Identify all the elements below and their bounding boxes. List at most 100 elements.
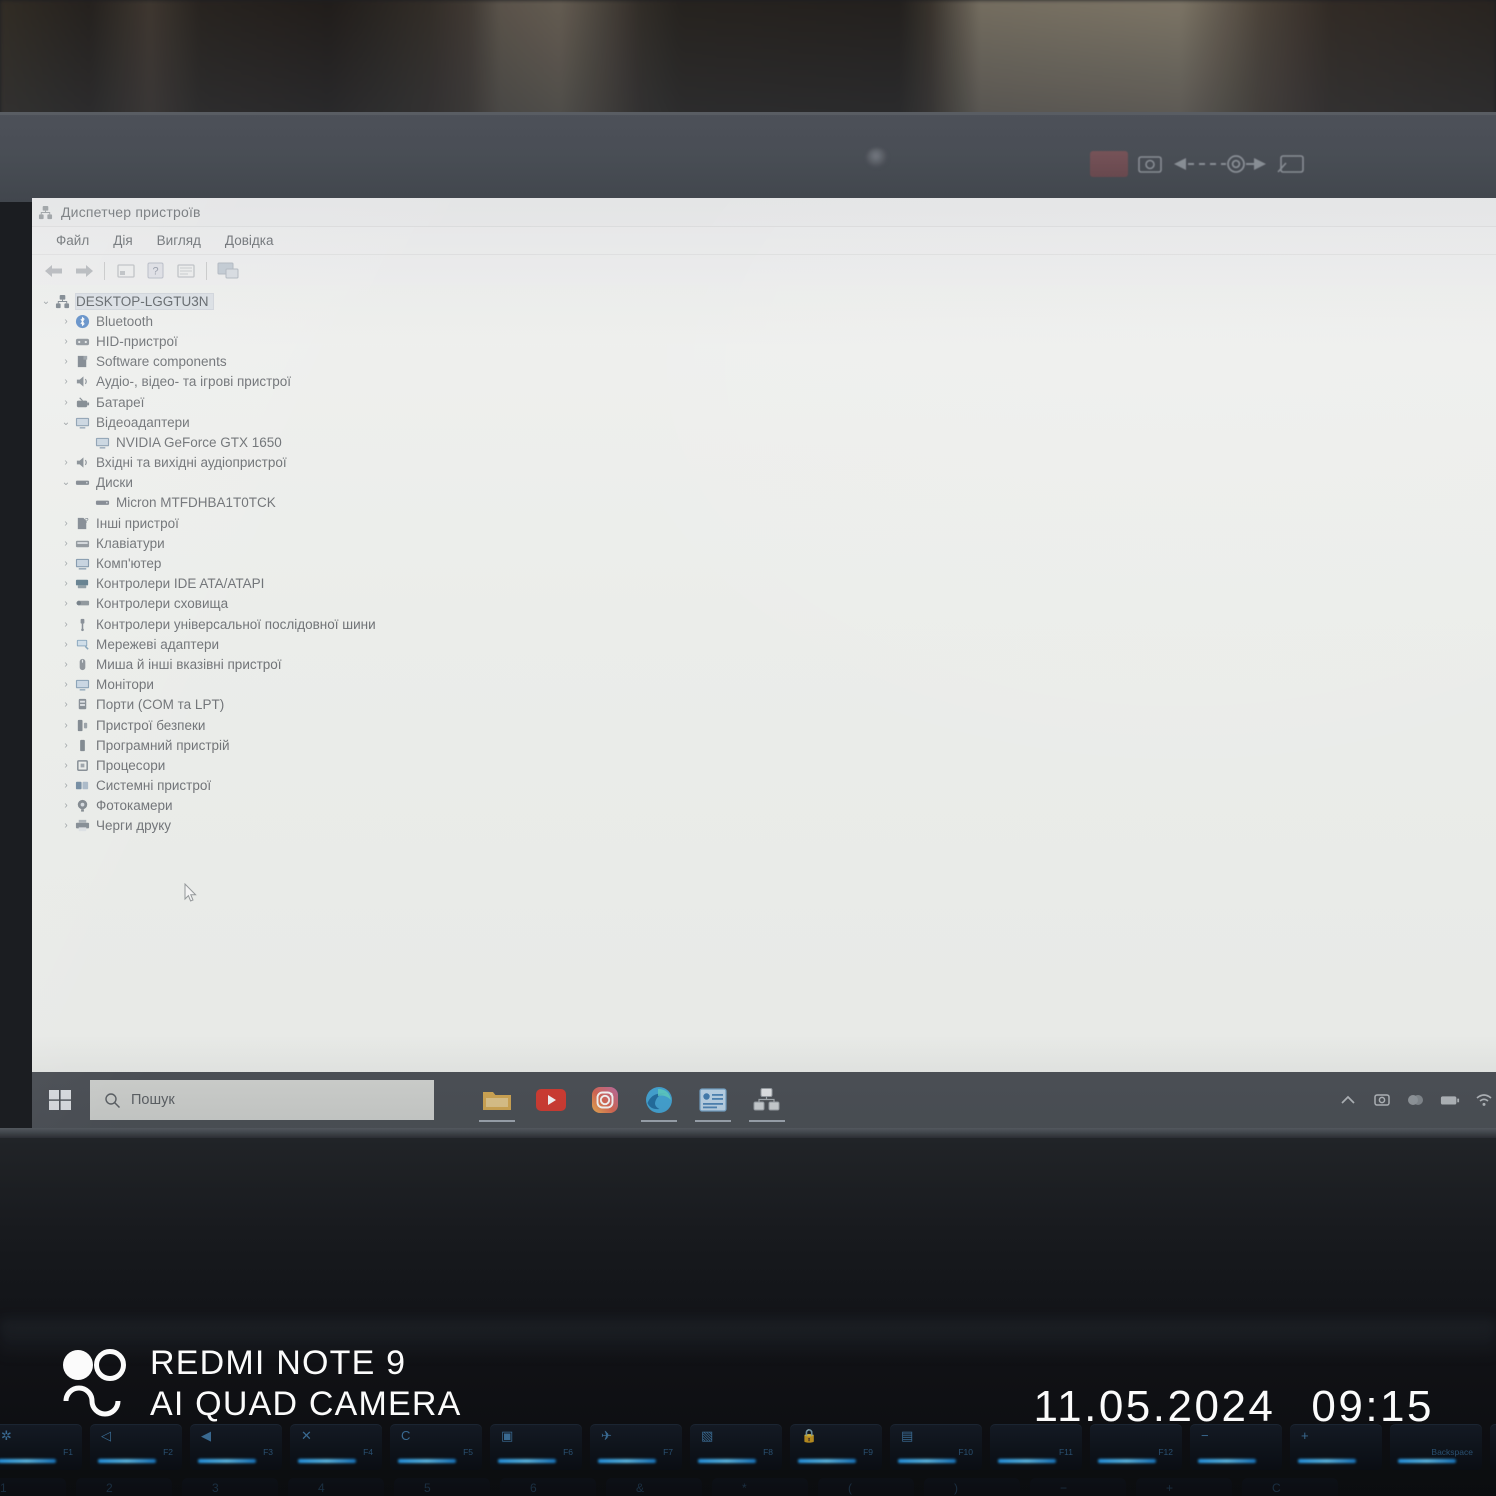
chevron-right-icon[interactable]: › [58, 316, 74, 327]
tree-node-batteries[interactable]: › Батареї [32, 392, 1496, 412]
tree-node-label: Диски [96, 475, 133, 491]
tree-node-micron-disk[interactable]: Micron MTFDHBA1T0TCK [32, 493, 1496, 513]
tree-node-audio-video-game[interactable]: › Аудіо-, відео- та ігрові пристрої [32, 372, 1496, 392]
tree-node-disk-drives[interactable]: ⌄ Диски [32, 473, 1496, 493]
chevron-right-icon[interactable]: › [58, 760, 74, 771]
tree-node-other-devices[interactable]: › ? Інші пристрої [32, 513, 1496, 533]
tree-node-cameras[interactable]: › Фотокамери [32, 796, 1496, 816]
tree-node-system-devices[interactable]: › Системні пристрої [32, 776, 1496, 796]
tree-node-nvidia-gtx-1650[interactable]: NVIDIA GeForce GTX 1650 [32, 432, 1496, 452]
speaker-icon[interactable] [1406, 1090, 1426, 1110]
tree-node-storage-controllers[interactable]: › Контролери сховища [32, 594, 1496, 614]
chevron-right-icon[interactable]: › [58, 457, 74, 468]
taskbar-item-file-explorer[interactable] [470, 1072, 524, 1128]
start-button[interactable] [32, 1072, 88, 1128]
chevron-right-icon[interactable]: › [58, 397, 74, 408]
menu-item-action[interactable]: Дія [101, 230, 144, 251]
keyboard-icon [74, 536, 91, 551]
taskbar-item-microsoft-edge[interactable] [632, 1072, 686, 1128]
taskbar-item-blue-app[interactable] [686, 1072, 740, 1128]
tree-node-software-device[interactable]: › Програмний пристрій [32, 735, 1496, 755]
search-input[interactable]: Пошук [90, 1080, 434, 1120]
tree-node-print-queues[interactable]: › Черги друку [32, 816, 1496, 836]
tree-node-processors[interactable]: › Процесори [32, 755, 1496, 775]
wifi-icon[interactable] [1474, 1090, 1494, 1110]
print-queue-icon [74, 818, 91, 833]
tree-node-security-devices[interactable]: › Пристрої безпеки [32, 715, 1496, 735]
key-f1: ✲ F1 [0, 1424, 82, 1470]
chevron-right-icon[interactable]: › [58, 518, 74, 529]
window-titlebar: Диспетчер пристроїв [32, 198, 1496, 227]
toolbar: ? [32, 255, 1496, 287]
chevron-right-icon[interactable]: › [58, 336, 74, 347]
taskbar-item-instagram[interactable] [578, 1072, 632, 1128]
taskbar-item-device-manager[interactable] [740, 1072, 794, 1128]
tree-node-hid[interactable]: › HID-пристрої [32, 331, 1496, 351]
tree-node-bluetooth[interactable]: › Bluetooth [32, 311, 1496, 331]
tree-node-network-adapters[interactable]: › Мережеві адаптери [32, 634, 1496, 654]
device-manager-window: Диспетчер пристроїв Файл Дія Вигляд Дові… [32, 198, 1496, 1128]
toolbar-separator-2 [206, 261, 207, 280]
chevron-right-icon[interactable]: › [58, 740, 74, 751]
chevron-right-icon[interactable]: › [58, 639, 74, 650]
tree-node-software-components[interactable]: › Software components [32, 352, 1496, 372]
update-driver-button[interactable] [172, 259, 199, 283]
camera-watermark-brand: REDMI NOTE 9 AI QUAD CAMERA [62, 1344, 462, 1424]
window-title: Диспетчер пристроїв [61, 204, 201, 220]
tree-node-display-adapters[interactable]: ⌄ Відеоадаптери [32, 412, 1496, 432]
scan-hardware-button[interactable] [214, 259, 241, 283]
chevron-right-icon[interactable]: › [58, 679, 74, 690]
webcam-icon[interactable] [1372, 1090, 1392, 1110]
tree-node-computer[interactable]: › Комп'ютер [32, 553, 1496, 573]
tree-node-label: Мережеві адаптери [96, 636, 220, 652]
chevron-down-icon[interactable]: ⌄ [58, 477, 74, 488]
chevron-right-icon[interactable]: › [58, 558, 74, 569]
tree-node-ide-controllers[interactable]: › Контролери IDE ATA/ATAPI [32, 574, 1496, 594]
chevron-right-icon[interactable]: › [58, 598, 74, 609]
back-button[interactable] [40, 259, 67, 283]
chevron-right-icon[interactable]: › [58, 720, 74, 731]
chevron-right-icon[interactable]: › [58, 356, 74, 367]
chevron-right-icon[interactable]: › [58, 659, 74, 670]
tree-node-monitors[interactable]: › Монітори [32, 675, 1496, 695]
key-f7: ✈ F7 [590, 1424, 682, 1470]
tree-node-ports[interactable]: › Порти (COM та LPT) [32, 695, 1496, 715]
chevron-right-icon[interactable]: › [58, 800, 74, 811]
chevron-right-icon[interactable]: › [58, 619, 74, 630]
tree-node-usb-controllers[interactable]: › Контролери універсальної послідовної ш… [32, 614, 1496, 634]
watermark-date: 11.05.2024 [1033, 1382, 1276, 1431]
chevron-right-icon[interactable]: › [58, 820, 74, 831]
disk-drive-icon [94, 495, 111, 510]
display-adapter-icon [74, 415, 91, 430]
taskbar-pinned-apps [470, 1072, 794, 1128]
tree-node-mice[interactable]: › Миша й інші вказівні пристрої [32, 654, 1496, 674]
speaker-icon [74, 374, 91, 389]
system-device-icon [74, 778, 91, 793]
tree-node-audio-inputs-outputs[interactable]: › Вхідні та вихідні аудіопристрої [32, 453, 1496, 473]
chevron-down-icon[interactable]: ⌄ [58, 417, 74, 428]
menu-item-help[interactable]: Довідка [213, 230, 286, 251]
properties-button[interactable] [112, 259, 139, 283]
device-tree[interactable]: ⌄ DESKTOP-LGGTU3N › Bluetooth › HID-прис… [32, 289, 1496, 836]
tree-node-keyboards[interactable]: › Клавіатури [32, 533, 1496, 553]
keyboard-number-row: 1 2 3 4 5 6 & * ( ) − + C [0, 1478, 1338, 1496]
chevron-right-icon[interactable]: › [58, 780, 74, 791]
menu-bar: Файл Дія Вигляд Довідка [32, 227, 1496, 255]
battery-icon[interactable] [1440, 1090, 1460, 1110]
chevron-down-icon[interactable]: ⌄ [38, 296, 54, 307]
folder-icon [481, 1084, 513, 1116]
chevron-right-icon[interactable]: › [58, 699, 74, 710]
chevron-right-icon[interactable]: › [58, 376, 74, 387]
tree-node-label: DESKTOP-LGGTU3N [75, 292, 214, 310]
chevron-right-icon[interactable]: › [58, 538, 74, 549]
device-tree-panel[interactable]: ⌄ DESKTOP-LGGTU3N › Bluetooth › HID-прис… [32, 285, 1496, 1128]
tree-node-root[interactable]: ⌄ DESKTOP-LGGTU3N [32, 291, 1496, 311]
menu-item-file[interactable]: Файл [44, 230, 101, 251]
show-hidden-icons-button[interactable] [1338, 1090, 1358, 1110]
forward-button[interactable] [70, 259, 97, 283]
chevron-right-icon[interactable]: › [58, 578, 74, 589]
security-device-icon [74, 718, 91, 733]
taskbar-item-youtube[interactable] [524, 1072, 578, 1128]
menu-item-view[interactable]: Вигляд [145, 230, 213, 251]
help-button[interactable]: ? [142, 259, 169, 283]
